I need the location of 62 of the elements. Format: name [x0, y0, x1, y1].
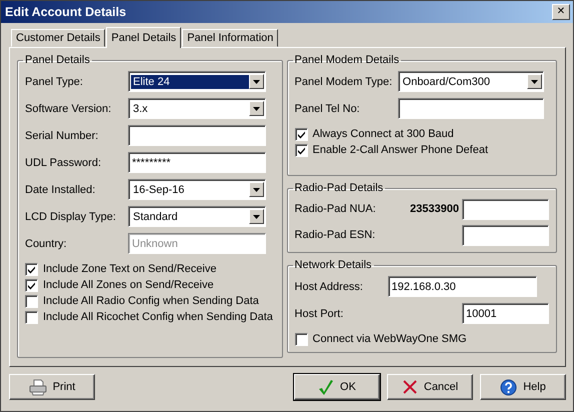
tab[interactable]: Panel Details [106, 27, 182, 48]
checkbox[interactable] [25, 294, 38, 308]
help-button[interactable]: Help [480, 374, 566, 400]
checkmark-icon [318, 378, 334, 396]
dropdown[interactable]: Onboard/Com300 [398, 71, 544, 92]
input-field[interactable]: ********* [128, 152, 266, 173]
field-label: UDL Password: [25, 156, 102, 168]
close-button[interactable]: ✕ [552, 4, 570, 20]
field-label: Serial Number: [25, 130, 100, 142]
input-field[interactable] [462, 198, 549, 220]
dropdown[interactable]: Elite 24 [128, 71, 266, 92]
dropdown[interactable]: 3.x [128, 98, 266, 119]
input-field[interactable] [462, 224, 549, 246]
checkbox-label[interactable]: Include All Zones on Send/Receive [43, 279, 214, 291]
checkbox[interactable] [25, 310, 38, 324]
dropdown-value: 3.x [132, 102, 149, 116]
field-label: LCD Display Type: [25, 210, 117, 222]
cross-icon [402, 379, 418, 395]
cancel-button[interactable]: Cancel [387, 374, 473, 400]
printer-icon [28, 378, 47, 396]
dropdown[interactable]: 16-Sep-16 [128, 179, 266, 200]
checkbox[interactable] [294, 332, 308, 346]
ok-button[interactable]: OK [294, 374, 380, 400]
field-label: Country: [25, 238, 68, 250]
checkbox-label[interactable]: Include All Radio Config when Sending Data [43, 295, 259, 307]
print-button[interactable]: Print [9, 374, 95, 400]
group-title: Panel Details [24, 54, 91, 66]
checkbox-label[interactable]: Enable 2-Call Answer Phone Defeat [312, 144, 488, 156]
tab[interactable]: Customer Details [11, 29, 106, 47]
dropdown-value: 16-Sep-16 [132, 182, 186, 196]
window-title: Edit Account Details [5, 5, 126, 19]
group-title: Radio-Pad Details [294, 182, 384, 194]
checkbox[interactable] [294, 144, 308, 156]
field-label: Date Installed: [25, 184, 96, 196]
checkbox-label[interactable]: Connect via WebWayOne SMG [312, 333, 467, 345]
group-title: Panel Modem Details [294, 54, 400, 66]
dropdown[interactable]: Standard [128, 206, 266, 227]
field-label: Radio-Pad ESN: [294, 229, 376, 241]
field-label: Host Address: [294, 280, 364, 292]
field-label: Software Version: [25, 102, 112, 114]
field-label: Host Port: [294, 308, 344, 320]
field-label: Panel Type: [25, 76, 84, 88]
field-label: Radio-Pad NUA: [294, 203, 377, 215]
checkbox-label[interactable]: Include Zone Text on Send/Receive [43, 263, 216, 275]
checkbox-label[interactable]: Include All Ricochet Config when Sending Data [43, 311, 273, 323]
dropdown-value: Elite 24 [131, 74, 249, 88]
nua-code: 23533900 [410, 203, 459, 215]
input-field[interactable] [398, 98, 544, 119]
field-label: Panel Tel No: [294, 102, 361, 114]
field-label: Panel Modem Type: [294, 76, 394, 88]
help-icon [500, 378, 518, 396]
group-title: Network Details [294, 259, 373, 271]
dropdown-value: Standard [132, 210, 179, 224]
tab[interactable]: Panel Information [182, 29, 278, 47]
checkbox[interactable] [25, 278, 38, 292]
input-field[interactable] [128, 125, 266, 146]
checkbox[interactable] [294, 128, 308, 140]
input-field[interactable]: 10001 [462, 303, 549, 324]
dropdown-value: Onboard/Com300 [402, 74, 491, 88]
checkbox[interactable] [25, 262, 38, 276]
checkbox-label[interactable]: Always Connect at 300 Baud [312, 128, 454, 140]
input-field[interactable]: 192.168.0.30 [388, 276, 537, 297]
